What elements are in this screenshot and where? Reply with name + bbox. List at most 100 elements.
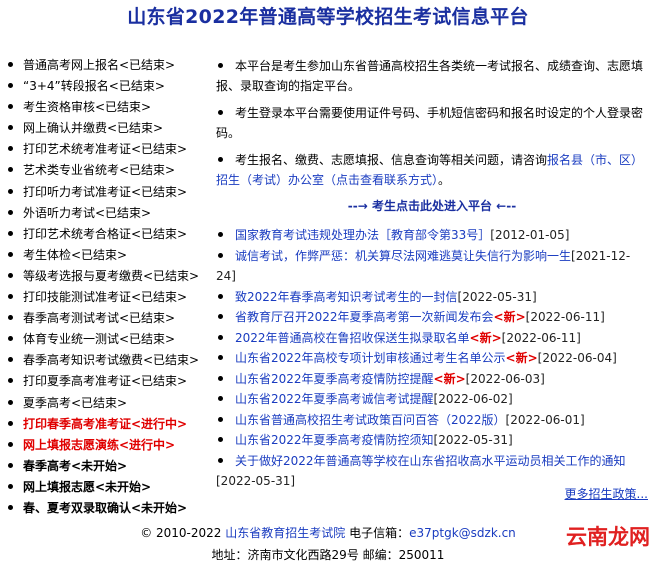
menu-item[interactable]: 外语听力考试<已结束>	[6, 203, 216, 224]
new-badge: <新>	[469, 330, 502, 345]
news-link[interactable]: 2022年普通高校在鲁招收保送生拟录取名单	[235, 331, 470, 345]
enter-platform-link[interactable]: --→ 考生点击此处进入平台 ←--	[348, 199, 516, 213]
intro-paragraph-2: 考生登录本平台需要使用证件号码、手机短信密码和报名时设定的个人登录密码。	[216, 106, 644, 140]
menu-item[interactable]: 等级考选报与夏考缴费<已结束>	[6, 266, 216, 287]
bullet-icon	[8, 62, 13, 67]
bullet-icon	[8, 357, 13, 363]
menu-item-label: 打印艺术统考合格证<已结束>	[23, 226, 188, 241]
news-item: 省教育厅召开2022年夏季高考第一次新闻发布会<新>[2022-06-11]	[216, 307, 648, 328]
news-link[interactable]: 山东省2022年夏季高考疫情防控须知	[235, 433, 434, 447]
bullet-icon	[8, 420, 13, 426]
bullet-icon	[8, 104, 13, 110]
bullet-icon	[8, 146, 13, 152]
menu-item-label: 网上填报志愿演练<进行中>	[23, 437, 176, 452]
bullet-icon	[218, 334, 223, 340]
news-item: 山东省普通高校招生考试政策百问百答（2022版）[2022-06-01]	[216, 410, 648, 431]
bullet-icon	[8, 167, 13, 173]
footer-copyright: © 2010-2022 山东省教育招生考试院 电子信箱：e37ptgk@sdzk…	[140, 526, 516, 540]
email-link[interactable]: e37ptgk@sdzk.cn	[409, 526, 516, 540]
news-item: 山东省2022年夏季高考诚信考试提醒[2022-06-02]	[216, 389, 648, 410]
news-date: [2022-05-31]	[457, 289, 537, 304]
news-date: [2022-05-31]	[216, 474, 296, 488]
menu-item[interactable]: 打印艺术统考准考证<已结束>	[6, 139, 216, 160]
menu-item[interactable]: 网上确认并缴费<已结束>	[6, 118, 216, 139]
bullet-icon	[8, 378, 13, 384]
menu-item[interactable]: 普通高考网上报名<已结束>	[6, 55, 216, 76]
more-policies-link[interactable]: 更多招生政策...	[565, 485, 648, 502]
news-item: 诚信考试，作弊严惩：机关算尽法网难逃莫让失信行为影响一生[2021-12-24]	[216, 246, 648, 287]
menu-item[interactable]: 夏季高考<已结束>	[6, 393, 216, 414]
bullet-icon	[218, 396, 223, 401]
menu-item[interactable]: “3+4”转段报名<已结束>	[6, 76, 216, 97]
menu-item-label: 网上填报志愿<未开始>	[23, 479, 152, 494]
bullet-icon	[8, 83, 13, 89]
menu-item[interactable]: 考生体检<已结束>	[6, 245, 216, 266]
menu-item[interactable]: 打印听力考试准考证<已结束>	[6, 182, 216, 203]
bullet-icon	[218, 110, 223, 115]
bullet-icon	[8, 125, 13, 131]
news-date: [2022-06-11]	[525, 310, 605, 324]
news-item: 山东省2022年夏季高考疫情防控须知[2022-05-31]	[216, 430, 648, 451]
bullet-icon	[8, 209, 13, 215]
news-date: [2022-06-02]	[433, 392, 513, 406]
menu-item[interactable]: 网上填报志愿<未开始>	[6, 477, 216, 498]
bullet-icon	[218, 375, 223, 381]
news-link[interactable]: 山东省普通高校招生考试政策百问百答（2022版）	[235, 413, 506, 427]
menu-item[interactable]: 春、夏考双录取确认<未开始>	[6, 498, 216, 519]
menu-item-label: 等级考选报与夏考缴费<已结束>	[23, 268, 200, 283]
bullet-icon	[8, 441, 13, 447]
menu-item-label: 春季高考知识考试缴费<已结束>	[23, 353, 200, 368]
news-link[interactable]: 国家教育考试违规处理办法［教育部令第33号］	[235, 228, 490, 242]
menu-item-label: 体育专业统一测试<已结束>	[23, 332, 176, 347]
bullet-icon	[8, 230, 13, 236]
menu-item-label: 考生体检<已结束>	[23, 247, 128, 262]
bullet-icon	[218, 232, 223, 237]
menu-item-label: 考生资格审核<已结束>	[23, 100, 152, 115]
intro-paragraph-1: 本平台是考生参加山东省普通高校招生各类统一考试报名、成绩查询、志愿填报、录取查询…	[216, 59, 644, 93]
menu-item-label: 外语听力考试<已结束>	[23, 205, 152, 220]
menu-item[interactable]: 艺术类专业省统考<已结束>	[6, 160, 216, 181]
bullet-icon	[218, 314, 223, 319]
menu-item-label: 夏季高考<已结束>	[23, 395, 128, 410]
menu-item-label: 普通高考网上报名<已结束>	[23, 58, 176, 72]
bullet-icon	[218, 157, 223, 162]
news-date: [2012-01-05]	[490, 228, 570, 242]
menu-item-label: 春、夏考双录取确认<未开始>	[23, 500, 188, 515]
news-item: 国家教育考试违规处理办法［教育部令第33号］[2012-01-05]	[216, 225, 648, 246]
menu-item-label: 艺术类专业省统考<已结束>	[23, 163, 176, 178]
menu-item[interactable]: 体育专业统一测试<已结束>	[6, 329, 216, 350]
bullet-icon	[218, 416, 223, 422]
menu-item[interactable]: 打印夏季高考准考证<已结束>	[6, 371, 216, 392]
news-link[interactable]: 致2022年春季高考知识考试考生的一封信	[235, 290, 458, 304]
menu-item[interactable]: 春季高考<未开始>	[6, 456, 216, 477]
news-item: 致2022年春季高考知识考试考生的一封信[2022-05-31]	[216, 287, 648, 308]
menu-item-label: “3+4”转段报名<已结束>	[23, 79, 165, 94]
news-link[interactable]: 省教育厅召开2022年夏季高考第一次新闻发布会	[235, 310, 494, 324]
menu-item-label: 网上确认并缴费<已结束>	[23, 121, 164, 136]
menu-item[interactable]: 春季高考测试考试<已结束>	[6, 308, 216, 329]
menu-item[interactable]: 打印技能测试准考证<已结束>	[6, 287, 216, 308]
menu-item[interactable]: 网上填报志愿演练<进行中>	[6, 435, 216, 456]
news-link[interactable]: 山东省2022年夏季高考诚信考试提醒	[235, 392, 434, 406]
menu-item-label: 打印艺术统考准考证<已结束>	[23, 142, 188, 157]
news-link[interactable]: 诚信考试，作弊严惩：机关算尽法网难逃莫让失信行为影响一生	[235, 249, 571, 263]
main-content: 本平台是考生参加山东省普通高校招生各类统一考试报名、成绩查询、志愿填报、录取查询…	[216, 56, 648, 492]
menu-item[interactable]: 打印春季高考准考证<进行中>	[6, 414, 216, 435]
bullet-icon	[218, 437, 223, 442]
bullet-icon	[218, 252, 223, 258]
news-list: 国家教育考试违规处理办法［教育部令第33号］[2012-01-05] 诚信考试，作…	[216, 225, 648, 492]
bullet-icon	[8, 336, 13, 342]
news-link[interactable]: 关于做好2022年普通高等学校在山东省招收高水平运动员相关工作的通知	[235, 454, 626, 468]
exam-authority-link[interactable]: 山东省教育招生考试院	[225, 526, 345, 540]
menu-item-label: 春季高考<未开始>	[23, 458, 128, 473]
menu-item[interactable]: 春季高考知识考试缴费<已结束>	[6, 350, 216, 371]
news-date: [2022-06-04]	[537, 351, 617, 365]
menu-item-label: 打印听力考试准考证<已结束>	[23, 184, 188, 199]
footer-address: 地址：济南市文化西路29号 邮编：250011	[211, 548, 445, 562]
menu-item[interactable]: 打印艺术统考合格证<已结束>	[6, 224, 216, 245]
news-link[interactable]: 山东省2022年高校专项计划审核通过考生名单公示	[235, 351, 506, 365]
news-link[interactable]: 山东省2022年夏季高考疫情防控提醒	[235, 372, 434, 386]
menu-item[interactable]: 考生资格审核<已结束>	[6, 97, 216, 118]
menu-item-label: 春季高考测试考试<已结束>	[23, 311, 176, 326]
news-item: 2022年普通高校在鲁招收保送生拟录取名单<新>[2022-06-11]	[216, 328, 648, 349]
